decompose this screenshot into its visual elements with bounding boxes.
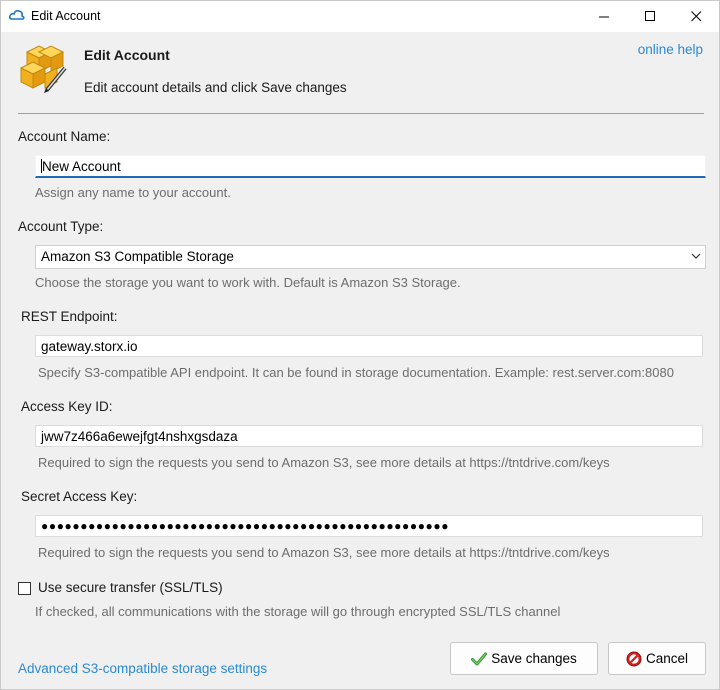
rest-endpoint-field[interactable]: gateway.storx.io — [35, 335, 703, 357]
window-title: Edit Account — [31, 9, 101, 23]
checkmark-icon — [471, 652, 488, 665]
save-changes-button[interactable]: Save changes — [450, 642, 598, 675]
account-type-hint: Choose the storage you want to work with… — [35, 275, 461, 290]
access-key-hint: Required to sign the requests you send t… — [38, 455, 610, 470]
access-key-field[interactable]: jww7z466a6ewejfgt4nshxgsdaza — [35, 425, 703, 447]
secret-key-value: ●●●●●●●●●●●●●●●●●●●●●●●●●●●●●●●●●●●●●●●●… — [41, 519, 450, 533]
account-name-value: New Account — [42, 159, 121, 174]
title-bar[interactable]: Edit Account — [1, 1, 719, 32]
account-name-field[interactable]: New Account — [35, 155, 706, 178]
secret-key-label: Secret Access Key: — [21, 489, 138, 504]
account-type-label: Account Type: — [18, 219, 104, 234]
cancel-icon — [626, 651, 642, 666]
edit-account-dialog: Edit Account Edit Account Edit account d… — [0, 0, 720, 690]
account-type-value: Amazon S3 Compatible Storage — [41, 249, 234, 264]
advanced-settings-link[interactable]: Advanced S3-compatible storage settings — [18, 661, 267, 676]
maximize-button[interactable] — [627, 1, 673, 32]
header-divider — [18, 113, 704, 114]
maximize-icon — [644, 11, 655, 21]
rest-endpoint-hint: Specify S3-compatible API endpoint. It c… — [38, 365, 674, 380]
online-help-link[interactable]: online help — [638, 42, 703, 57]
secure-transfer-checkbox[interactable] — [18, 582, 31, 595]
access-key-label: Access Key ID: — [21, 399, 113, 414]
minimize-button[interactable] — [581, 1, 627, 32]
secure-transfer-hint: If checked, all communications with the … — [35, 604, 561, 619]
chevron-down-icon[interactable] — [689, 249, 703, 263]
rest-endpoint-label: REST Endpoint: — [21, 309, 118, 324]
account-type-select[interactable]: Amazon S3 Compatible Storage — [35, 245, 706, 269]
boxes-edit-icon — [19, 45, 67, 93]
account-name-hint: Assign any name to your account. — [35, 185, 231, 200]
page-title: Edit Account — [84, 47, 170, 63]
access-key-value: jww7z466a6ewejfgt4nshxgsdaza — [41, 429, 238, 444]
account-name-label: Account Name: — [18, 129, 111, 144]
cancel-button[interactable]: Cancel — [608, 642, 706, 675]
secure-transfer-label[interactable]: Use secure transfer (SSL/TLS) — [38, 580, 223, 595]
minimize-icon — [598, 16, 609, 18]
cancel-label: Cancel — [645, 651, 689, 666]
page-subtitle: Edit account details and click Save chan… — [84, 80, 347, 95]
close-button[interactable] — [673, 1, 719, 32]
secret-key-field[interactable]: ●●●●●●●●●●●●●●●●●●●●●●●●●●●●●●●●●●●●●●●●… — [35, 515, 703, 537]
secret-key-hint: Required to sign the requests you send t… — [38, 545, 610, 560]
rest-endpoint-value: gateway.storx.io — [41, 339, 138, 354]
save-changes-label: Save changes — [491, 651, 577, 666]
cloud-app-icon — [9, 10, 25, 20]
close-icon — [690, 11, 701, 22]
